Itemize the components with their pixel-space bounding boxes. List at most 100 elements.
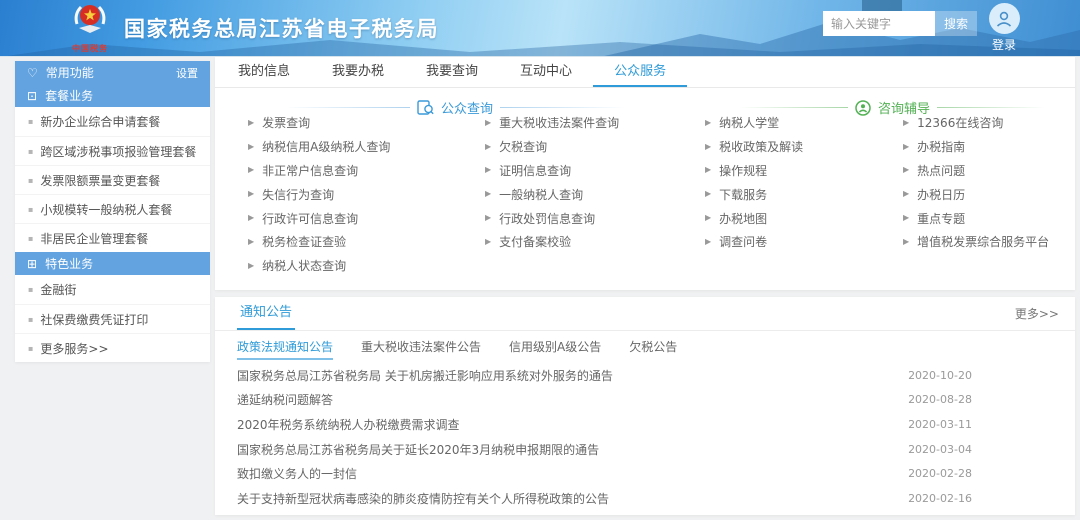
sidebar: ♡ 常用功能 设置 ⊡ 套餐业务 ▪ 新办企业综合申请套餐 ▪ 跨区域涉税事项报… bbox=[15, 61, 210, 362]
consult-link-label: 热点问题 bbox=[917, 162, 965, 179]
query-link[interactable]: ▶ 非正常户信息查询 bbox=[248, 159, 473, 183]
divider-line bbox=[740, 107, 848, 108]
arrow-icon: ▶ bbox=[485, 214, 491, 222]
nav-tab-label: 公众服务 bbox=[614, 64, 666, 79]
sidebar-item[interactable]: ▪ 更多服务>> bbox=[15, 333, 210, 362]
query-link[interactable]: ▶ 一般纳税人查询 bbox=[485, 182, 697, 206]
consult-link[interactable]: ▶ 办税指南 bbox=[903, 135, 1075, 159]
consult-link[interactable]: ▶ 下载服务 bbox=[705, 182, 897, 206]
notice-tab[interactable]: 欠税公告 bbox=[629, 338, 677, 360]
consult-link-label: 办税地图 bbox=[719, 210, 767, 227]
query-link[interactable]: ▶ 重大税收违法案件查询 bbox=[485, 111, 697, 135]
query-link[interactable]: ▶ 证明信息查询 bbox=[485, 159, 697, 183]
notice-row[interactable]: 致扣缴义务人的一封信 2020-02-28 bbox=[215, 461, 1075, 486]
consult-link[interactable]: ▶ 操作规程 bbox=[705, 159, 897, 183]
consult-link-label: 办税指南 bbox=[917, 138, 965, 155]
consult-link[interactable]: ▶ 办税地图 bbox=[705, 206, 897, 230]
consult-link[interactable]: ▶ 增值税发票综合服务平台 bbox=[903, 230, 1075, 254]
query-link[interactable]: ▶ 失信行为查询 bbox=[248, 182, 473, 206]
query-link-label: 发票查询 bbox=[262, 114, 310, 131]
heart-icon: ♡ bbox=[27, 67, 38, 79]
sidebar-item[interactable]: ▪ 社保费缴费凭证打印 bbox=[15, 304, 210, 333]
query-link-label: 一般纳税人查询 bbox=[499, 186, 583, 203]
query-link-label: 行政处罚信息查询 bbox=[499, 210, 595, 227]
sidebar-item[interactable]: ▪ 金融街 bbox=[15, 275, 210, 304]
search-input[interactable] bbox=[823, 11, 935, 36]
notice-row[interactable]: 国家税务总局江苏省税务局 关于机房搬迁影响应用系统对外服务的通告 2020-10… bbox=[215, 363, 1075, 388]
arrow-icon: ▶ bbox=[903, 238, 909, 246]
sidebar-item[interactable]: ▪ 跨区域涉税事项报验管理套餐 bbox=[15, 136, 210, 165]
login-label[interactable]: 登录 bbox=[986, 36, 1022, 53]
nav-tab-label: 我的信息 bbox=[238, 64, 290, 79]
public-query-col2: ▶ 重大税收违法案件查询 ▶ 欠税查询 ▶ 证明信息查询 ▶ 一般纳税人查询 ▶… bbox=[485, 111, 697, 254]
sidebar-item[interactable]: ▪ 小规模转一般纳税人套餐 bbox=[15, 194, 210, 223]
sidebar-section-package[interactable]: ⊡ 套餐业务 bbox=[15, 84, 210, 107]
user-icon[interactable] bbox=[989, 3, 1020, 34]
arrow-icon: ▶ bbox=[705, 190, 711, 198]
notice-row-title: 2020年税务系统纳税人办税缴费需求调查 bbox=[237, 416, 460, 433]
query-link[interactable]: ▶ 行政处罚信息查询 bbox=[485, 206, 697, 230]
settings-link[interactable]: 设置 bbox=[176, 65, 198, 81]
notice-title: 通知公告 bbox=[237, 297, 295, 330]
notice-tab[interactable]: 政策法规通知公告 bbox=[237, 338, 333, 360]
sidebar-item-label: 金融街 bbox=[40, 281, 76, 298]
notice-row-date: 2020-08-28 bbox=[908, 393, 972, 406]
nav-tab[interactable]: 我要查询 bbox=[405, 57, 499, 87]
query-link-label: 重大税收违法案件查询 bbox=[499, 114, 619, 131]
query-link[interactable]: ▶ 支付备案校验 bbox=[485, 230, 697, 254]
query-link[interactable]: ▶ 纳税信用A级纳税人查询 bbox=[248, 135, 473, 159]
arrow-icon: ▶ bbox=[485, 166, 491, 174]
notice-row-title: 国家税务总局江苏省税务局 关于机房搬迁影响应用系统对外服务的通告 bbox=[237, 367, 613, 384]
query-link[interactable]: ▶ 行政许可信息查询 bbox=[248, 206, 473, 230]
query-link-label: 纳税人状态查询 bbox=[262, 257, 346, 274]
nav-tab[interactable]: 互动中心 bbox=[499, 57, 593, 87]
notice-tab[interactable]: 信用级别A级公告 bbox=[509, 338, 601, 360]
sidebar-item[interactable]: ▪ 非居民企业管理套餐 bbox=[15, 223, 210, 252]
consult-link[interactable]: ▶ 调查问卷 bbox=[705, 230, 897, 254]
package-item-list: ▪ 新办企业综合申请套餐 ▪ 跨区域涉税事项报验管理套餐 ▪ 发票限额票量变更套… bbox=[15, 107, 210, 252]
search-button[interactable]: 搜索 bbox=[935, 11, 977, 36]
sidebar-item[interactable]: ▪ 新办企业综合申请套餐 bbox=[15, 107, 210, 136]
sidebar-item[interactable]: ▪ 发票限额票量变更套餐 bbox=[15, 165, 210, 194]
consult-link[interactable]: ▶ 12366在线咨询 bbox=[903, 111, 1075, 135]
bullet-icon: ▪ bbox=[28, 315, 33, 324]
more-link[interactable]: 更多>> bbox=[1015, 297, 1059, 330]
query-link-label: 失信行为查询 bbox=[262, 186, 334, 203]
notice-row-date: 2020-10-20 bbox=[908, 369, 972, 382]
consult-link[interactable]: ▶ 热点问题 bbox=[903, 159, 1075, 183]
notice-row[interactable]: 递延纳税问题解答 2020-08-28 bbox=[215, 388, 1075, 413]
query-link[interactable]: ▶ 纳税人状态查询 bbox=[248, 254, 473, 278]
sidebar-section-special[interactable]: ⊞ 特色业务 bbox=[15, 252, 210, 275]
public-query-col1: ▶ 发票查询 ▶ 纳税信用A级纳税人查询 ▶ 非正常户信息查询 ▶ 失信行为查询… bbox=[248, 111, 473, 278]
consult-link[interactable]: ▶ 纳税人学堂 bbox=[705, 111, 897, 135]
nav-tab[interactable]: 公众服务 bbox=[593, 57, 687, 87]
consult-link[interactable]: ▶ 重点专题 bbox=[903, 206, 1075, 230]
special-label: 特色业务 bbox=[45, 255, 93, 272]
notice-row[interactable]: 国家税务总局江苏省税务局关于延长2020年3月纳税申报期限的通告 2020-03… bbox=[215, 437, 1075, 462]
arrow-icon: ▶ bbox=[248, 143, 254, 151]
arrow-icon: ▶ bbox=[248, 166, 254, 174]
notice-row-date: 2020-03-04 bbox=[908, 443, 972, 456]
nav-tab-bar: 我的信息 我要办税 我要查询 互动中心 公众服务 bbox=[215, 57, 1075, 88]
favorites-label: 常用功能 bbox=[46, 64, 94, 81]
arrow-icon: ▶ bbox=[485, 119, 491, 127]
query-link[interactable]: ▶ 欠税查询 bbox=[485, 135, 697, 159]
query-link[interactable]: ▶ 发票查询 bbox=[248, 111, 473, 135]
sidebar-item-favorites[interactable]: ♡ 常用功能 设置 bbox=[15, 61, 210, 84]
consult-link[interactable]: ▶ 办税日历 bbox=[903, 182, 1075, 206]
consulting-col1: ▶ 纳税人学堂 ▶ 税收政策及解读 ▶ 操作规程 ▶ 下载服务 ▶ 办税地图 bbox=[705, 111, 897, 254]
arrow-icon: ▶ bbox=[903, 166, 909, 174]
notice-row[interactable]: 关于支持新型冠状病毒感染的肺炎疫情防控有关个人所得税政策的公告 2020-02-… bbox=[215, 486, 1075, 511]
nav-tab[interactable]: 我的信息 bbox=[217, 57, 311, 87]
bullet-icon: ▪ bbox=[28, 234, 33, 243]
notice-row[interactable]: 2020年税务系统纳税人办税缴费需求调查 2020-03-11 bbox=[215, 412, 1075, 437]
bullet-icon: ▪ bbox=[28, 147, 33, 156]
login-button[interactable]: 登录 bbox=[986, 3, 1022, 53]
consult-link[interactable]: ▶ 税收政策及解读 bbox=[705, 135, 897, 159]
arrow-icon: ▶ bbox=[705, 166, 711, 174]
site-header: 中国税务 国家税务总局江苏省电子税务局 搜索 登录 bbox=[0, 0, 1080, 57]
notice-tab[interactable]: 重大税收违法案件公告 bbox=[361, 338, 481, 360]
arrow-icon: ▶ bbox=[705, 214, 711, 222]
query-link[interactable]: ▶ 税务检查证查验 bbox=[248, 230, 473, 254]
nav-tab[interactable]: 我要办税 bbox=[311, 57, 405, 87]
